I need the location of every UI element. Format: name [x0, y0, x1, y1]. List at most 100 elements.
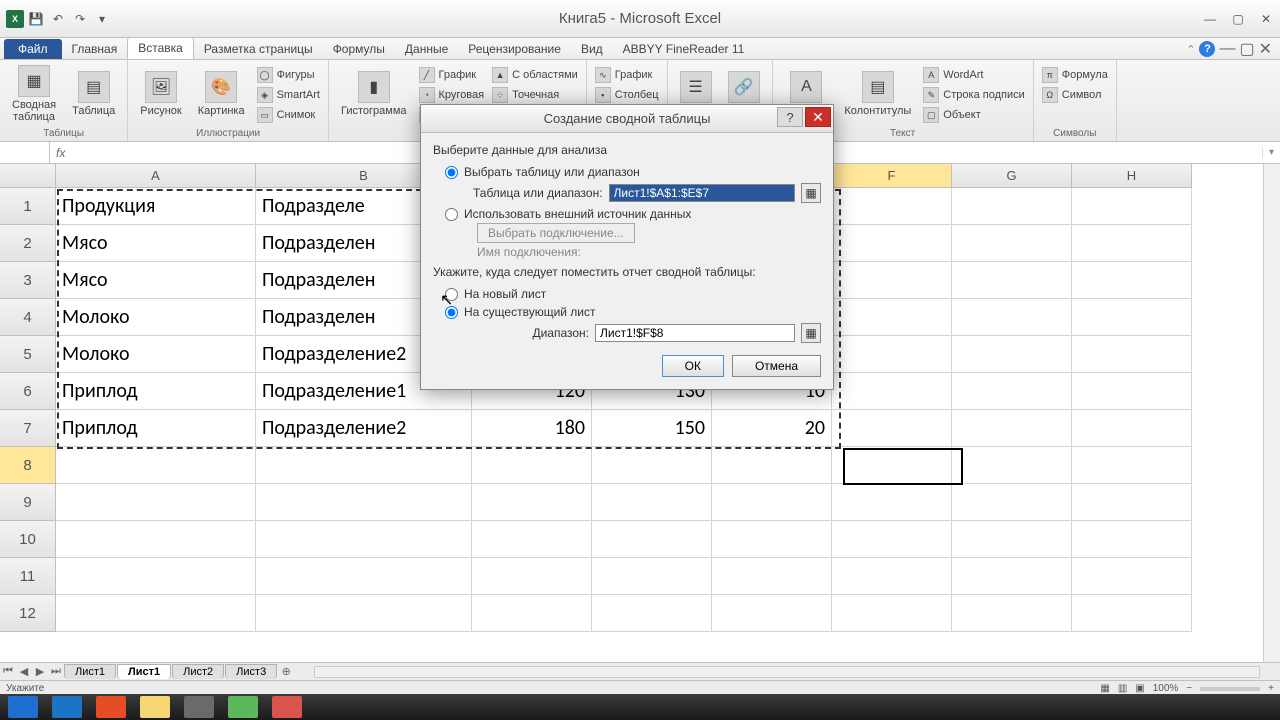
picture-button[interactable]: 🖼Рисунок: [134, 62, 188, 126]
formula-expand-icon[interactable]: ▾: [1262, 147, 1280, 158]
tab-home[interactable]: Главная: [62, 39, 128, 59]
pivottable-button[interactable]: ▦Сводная таблица: [6, 62, 62, 126]
cell[interactable]: [1072, 521, 1192, 558]
cancel-button[interactable]: Отмена: [732, 355, 821, 377]
cell[interactable]: [1072, 336, 1192, 373]
view-break-icon[interactable]: ▣: [1135, 683, 1144, 694]
location-collapse-icon[interactable]: ▦: [801, 323, 821, 343]
fx-icon[interactable]: fx: [50, 146, 71, 160]
doc-restore-icon[interactable]: ▢: [1239, 39, 1254, 59]
tab-data[interactable]: Данные: [395, 39, 458, 59]
cell[interactable]: [472, 484, 592, 521]
cell[interactable]: [1072, 262, 1192, 299]
last-sheet-icon[interactable]: ⏭: [48, 665, 64, 678]
cell[interactable]: Приплод: [56, 410, 256, 447]
cell[interactable]: [1072, 188, 1192, 225]
clipart-button[interactable]: 🎨Картинка: [192, 62, 251, 126]
row-header[interactable]: 5: [0, 336, 56, 373]
save-icon[interactable]: 💾: [26, 9, 46, 29]
cell[interactable]: [1072, 410, 1192, 447]
horizontal-scrollbar[interactable]: [314, 666, 1260, 678]
screenshot-button[interactable]: ▭Снимок: [255, 106, 322, 124]
cell[interactable]: [592, 484, 712, 521]
cell[interactable]: [952, 373, 1072, 410]
cell[interactable]: [832, 373, 952, 410]
taskbar-app-icon[interactable]: [272, 696, 302, 718]
vertical-scrollbar[interactable]: [1263, 164, 1280, 662]
symbol-button[interactable]: ΩСимвол: [1040, 86, 1110, 104]
row-header[interactable]: 4: [0, 299, 56, 336]
column-header[interactable]: A: [56, 164, 256, 188]
row-header[interactable]: 3: [0, 262, 56, 299]
equation-button[interactable]: πФормула: [1040, 66, 1110, 84]
maximize-icon[interactable]: ▢: [1224, 10, 1252, 28]
cell[interactable]: [472, 447, 592, 484]
taskbar-ie-icon[interactable]: [52, 696, 82, 718]
cell[interactable]: [256, 521, 472, 558]
view-layout-icon[interactable]: ▥: [1118, 683, 1127, 694]
table-button[interactable]: ▤Таблица: [66, 62, 121, 126]
cell[interactable]: 20: [712, 410, 832, 447]
cell[interactable]: [592, 558, 712, 595]
doc-minimize-icon[interactable]: —: [1219, 40, 1235, 58]
row-header[interactable]: 12: [0, 595, 56, 632]
dialog-title-bar[interactable]: Создание сводной таблицы ? ✕: [421, 105, 833, 133]
cell[interactable]: [712, 521, 832, 558]
redo-icon[interactable]: ↷: [70, 9, 90, 29]
dialog-close-icon[interactable]: ✕: [805, 107, 831, 127]
sheet-tab-active[interactable]: Лист1: [117, 664, 171, 679]
cell[interactable]: [256, 558, 472, 595]
qat-dropdown-icon[interactable]: ▾: [92, 9, 112, 29]
cell[interactable]: [712, 558, 832, 595]
row-header[interactable]: 6: [0, 373, 56, 410]
range-input[interactable]: [609, 184, 795, 202]
column-header[interactable]: H: [1072, 164, 1192, 188]
cell[interactable]: Приплод: [56, 373, 256, 410]
cell[interactable]: [832, 336, 952, 373]
wordart-button[interactable]: AWordArt: [921, 66, 1026, 84]
taskbar-app-icon[interactable]: [96, 696, 126, 718]
cell[interactable]: [952, 484, 1072, 521]
cell[interactable]: [56, 484, 256, 521]
column-header[interactable]: G: [952, 164, 1072, 188]
view-normal-icon[interactable]: ▦: [1100, 683, 1109, 694]
row-header[interactable]: 11: [0, 558, 56, 595]
prev-sheet-icon[interactable]: ◀: [16, 665, 32, 678]
cell[interactable]: [1072, 558, 1192, 595]
cell[interactable]: [1072, 595, 1192, 632]
help-icon[interactable]: ?: [1199, 41, 1215, 57]
cell[interactable]: [832, 299, 952, 336]
start-button[interactable]: [8, 696, 38, 718]
cell[interactable]: [592, 521, 712, 558]
cell[interactable]: [952, 521, 1072, 558]
sheet-tab[interactable]: Лист1: [64, 664, 116, 679]
cell[interactable]: 150: [592, 410, 712, 447]
minimize-icon[interactable]: —: [1196, 10, 1224, 28]
cell[interactable]: [1072, 299, 1192, 336]
cell[interactable]: [952, 595, 1072, 632]
doc-close-icon[interactable]: ✕: [1259, 39, 1272, 59]
cell[interactable]: Мясо: [56, 225, 256, 262]
cell[interactable]: [832, 262, 952, 299]
cell[interactable]: [1072, 225, 1192, 262]
cell[interactable]: Молоко: [56, 299, 256, 336]
cell[interactable]: Мясо: [56, 262, 256, 299]
column-header[interactable]: [0, 164, 56, 188]
cell[interactable]: [952, 558, 1072, 595]
cell[interactable]: [56, 595, 256, 632]
cell[interactable]: [832, 447, 952, 484]
file-tab[interactable]: Файл: [4, 39, 62, 59]
tab-page-layout[interactable]: Разметка страницы: [194, 39, 323, 59]
cell[interactable]: [56, 447, 256, 484]
cell[interactable]: [952, 262, 1072, 299]
headerfooter-button[interactable]: ▤Колонтитулы: [838, 62, 917, 126]
cell[interactable]: [832, 484, 952, 521]
chart-area-button[interactable]: ▲С областями: [490, 66, 580, 84]
taskbar-folder-icon[interactable]: [140, 696, 170, 718]
cell[interactable]: Молоко: [56, 336, 256, 373]
tab-finereader[interactable]: ABBYY FineReader 11: [613, 39, 755, 59]
cell[interactable]: [712, 595, 832, 632]
cell[interactable]: [472, 521, 592, 558]
minimize-ribbon-icon[interactable]: ⌃: [1186, 43, 1195, 56]
cell[interactable]: [832, 521, 952, 558]
